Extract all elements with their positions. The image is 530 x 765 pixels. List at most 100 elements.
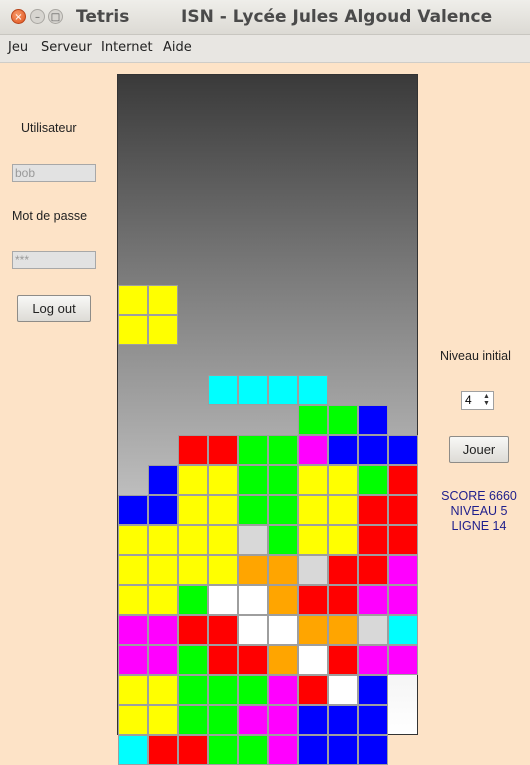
board-cell bbox=[148, 315, 178, 345]
board-cell bbox=[328, 645, 358, 675]
board-cell bbox=[238, 495, 268, 525]
board-cell bbox=[238, 585, 268, 615]
board-cell bbox=[328, 555, 358, 585]
board-cell bbox=[388, 615, 418, 645]
board-cell bbox=[118, 495, 148, 525]
minimize-window-button[interactable]: – bbox=[30, 9, 45, 24]
board-cell bbox=[328, 615, 358, 645]
board-cell bbox=[358, 525, 388, 555]
board-cell bbox=[358, 735, 388, 765]
board-cell bbox=[208, 615, 238, 645]
board-cell bbox=[238, 435, 268, 465]
board-cell bbox=[328, 465, 358, 495]
window-title: ISN - Lycée Jules Algoud Valence bbox=[181, 7, 493, 27]
board-cell bbox=[178, 495, 208, 525]
niveau-initial-label: Niveau initial bbox=[440, 349, 511, 363]
board-cell bbox=[208, 645, 238, 675]
board-cell bbox=[178, 675, 208, 705]
board-cell bbox=[298, 615, 328, 645]
board-cell bbox=[358, 675, 388, 705]
board-cell bbox=[328, 675, 358, 705]
board-cell bbox=[148, 675, 178, 705]
title-bar: × – □ Tetris ISN - Lycée Jules Algoud Va… bbox=[0, 0, 530, 35]
board-cell bbox=[118, 585, 148, 615]
menu-bar: Jeu Serveur Internet Aide bbox=[0, 35, 530, 63]
menu-serveur[interactable]: Serveur bbox=[41, 40, 92, 55]
board-cell bbox=[268, 525, 298, 555]
board-cell bbox=[328, 735, 358, 765]
board-cell bbox=[148, 645, 178, 675]
maximize-window-button[interactable]: □ bbox=[48, 9, 63, 24]
board-cell bbox=[298, 675, 328, 705]
board-cell bbox=[238, 525, 268, 555]
board-cell bbox=[178, 525, 208, 555]
board-cell bbox=[118, 555, 148, 585]
board-cell bbox=[178, 465, 208, 495]
board-cell bbox=[358, 705, 388, 735]
board-cell bbox=[238, 465, 268, 495]
board-cell bbox=[238, 645, 268, 675]
board-cell bbox=[268, 705, 298, 735]
board-cell bbox=[238, 615, 268, 645]
board-cell bbox=[208, 525, 238, 555]
spinner-arrows[interactable]: ▲ ▼ bbox=[481, 393, 492, 408]
niveau-spinner[interactable]: 4 ▲ ▼ bbox=[461, 391, 494, 410]
password-label: Mot de passe bbox=[12, 209, 88, 223]
score-display: SCORE 6660 bbox=[441, 489, 517, 503]
close-window-button[interactable]: × bbox=[11, 9, 26, 24]
board-cell bbox=[178, 615, 208, 645]
board-cell bbox=[208, 375, 238, 405]
board-cell bbox=[358, 555, 388, 585]
board-cell bbox=[208, 435, 238, 465]
board-cell bbox=[298, 375, 328, 405]
board-cell bbox=[208, 495, 238, 525]
board-cell bbox=[208, 555, 238, 585]
board-cell bbox=[208, 675, 238, 705]
board-cell bbox=[298, 495, 328, 525]
board-cell bbox=[118, 525, 148, 555]
board-cell bbox=[298, 735, 328, 765]
menu-jeu[interactable]: Jeu bbox=[8, 40, 28, 55]
board-cell bbox=[148, 495, 178, 525]
board-cell bbox=[208, 705, 238, 735]
board-cell bbox=[118, 645, 148, 675]
board-cell bbox=[238, 675, 268, 705]
board-cell bbox=[298, 555, 328, 585]
username-field[interactable]: bob bbox=[12, 164, 96, 182]
board-cell bbox=[268, 435, 298, 465]
board-cell bbox=[328, 705, 358, 735]
board-cell bbox=[148, 525, 178, 555]
board-cell bbox=[148, 735, 178, 765]
menu-aide[interactable]: Aide bbox=[163, 40, 192, 55]
board-cell bbox=[328, 525, 358, 555]
board-cell bbox=[208, 735, 238, 765]
logout-button[interactable]: Log out bbox=[17, 295, 91, 322]
board-cell bbox=[118, 705, 148, 735]
board-cell bbox=[298, 405, 328, 435]
board-cell bbox=[328, 495, 358, 525]
board-cell bbox=[148, 585, 178, 615]
board-cell bbox=[268, 735, 298, 765]
board-cell bbox=[118, 615, 148, 645]
board-cell bbox=[148, 285, 178, 315]
board-cell bbox=[178, 735, 208, 765]
board-cell bbox=[238, 375, 268, 405]
menu-internet[interactable]: Internet bbox=[101, 40, 153, 55]
jouer-button[interactable]: Jouer bbox=[449, 436, 509, 463]
ligne-display: LIGNE 14 bbox=[451, 519, 507, 533]
board-cell bbox=[268, 555, 298, 585]
board-cell bbox=[268, 495, 298, 525]
board-cell bbox=[238, 735, 268, 765]
board-cell bbox=[148, 705, 178, 735]
board-cell bbox=[268, 675, 298, 705]
board-cell bbox=[178, 705, 208, 735]
board-cell bbox=[298, 705, 328, 735]
password-field[interactable]: *** bbox=[12, 251, 96, 269]
board-cell bbox=[298, 585, 328, 615]
board-cell bbox=[358, 435, 388, 465]
board-cell bbox=[388, 645, 418, 675]
board-cell bbox=[388, 435, 418, 465]
board-cell bbox=[298, 645, 328, 675]
board-cell bbox=[268, 615, 298, 645]
board-cell bbox=[118, 285, 148, 315]
